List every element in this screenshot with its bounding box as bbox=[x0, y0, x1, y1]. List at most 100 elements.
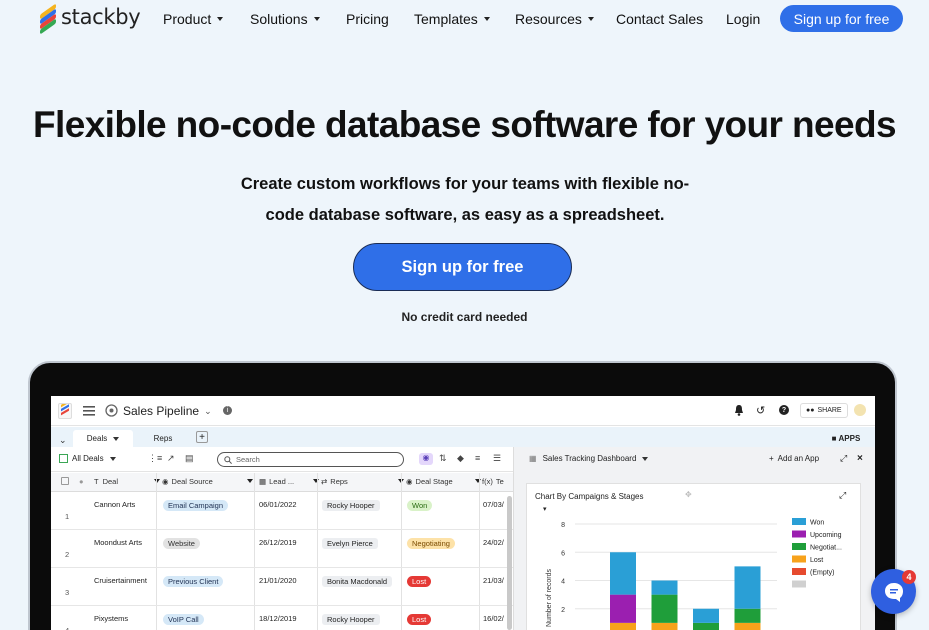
deal-source-tag[interactable]: VoIP Call bbox=[163, 614, 204, 625]
bar-segment bbox=[693, 622, 719, 630]
nav-signup-button[interactable]: Sign up for free bbox=[780, 5, 903, 32]
stacked-bar-chart: Number of records 2 4 6 8 Won Upcoming Negotiat… bbox=[546, 518, 842, 630]
rep-chip[interactable]: Rocky Hooper bbox=[322, 614, 380, 625]
chevron-down-icon bbox=[247, 479, 253, 483]
help-icon[interactable]: ? bbox=[779, 405, 789, 415]
nav-templates[interactable]: Templates bbox=[414, 11, 490, 27]
nav-resources[interactable]: Resources bbox=[515, 11, 594, 27]
table-row[interactable]: 3 Cruisertainment Previous Client 21/01/… bbox=[51, 568, 513, 606]
lock-icon: ● bbox=[79, 477, 84, 486]
stack-title[interactable]: Sales Pipeline ⌄ bbox=[123, 404, 212, 418]
deal-source-tag[interactable]: Email Campaign bbox=[163, 500, 229, 511]
share-view-icon[interactable]: ↗ bbox=[167, 453, 175, 464]
user-avatar[interactable] bbox=[854, 404, 866, 416]
fields-icon[interactable]: ▤ bbox=[185, 453, 194, 464]
deal-stage-tag[interactable]: Lost bbox=[407, 576, 432, 587]
te-cell[interactable]: 16/02/ bbox=[483, 614, 504, 623]
row-height-icon[interactable]: ⋮≡ bbox=[148, 453, 162, 464]
lead-date-cell[interactable]: 06/01/2022 bbox=[259, 500, 297, 509]
chart-title: Chart By Campaigns & Stages bbox=[535, 492, 644, 501]
bar-segment bbox=[651, 594, 678, 623]
nav-solutions[interactable]: Solutions bbox=[250, 11, 320, 27]
column-reps-header[interactable]: ⇄ Reps bbox=[321, 477, 348, 486]
bar-segment bbox=[734, 608, 761, 623]
chevron-down-icon: ⌄ bbox=[204, 405, 212, 416]
deal-cell[interactable]: Pixystems bbox=[94, 614, 128, 623]
sort-icon[interactable]: ⇅ bbox=[439, 453, 447, 464]
chevron-down-icon bbox=[154, 479, 160, 483]
hero-signup-button[interactable]: Sign up for free bbox=[353, 243, 572, 291]
te-cell[interactable]: 07/03/ bbox=[483, 500, 504, 509]
select-all-checkbox[interactable] bbox=[61, 477, 69, 485]
notification-bell-icon[interactable] bbox=[734, 405, 744, 416]
rep-chip[interactable]: Rocky Hooper bbox=[322, 500, 380, 511]
link-icon: ⇄ bbox=[321, 477, 328, 486]
table-row[interactable]: 1 Cannon Arts Email Campaign 06/01/2022 … bbox=[51, 492, 513, 530]
bar-segment bbox=[610, 552, 636, 595]
column-lead-header[interactable]: ▦ Lead ... bbox=[259, 477, 294, 486]
deal-stage-tag[interactable]: Won bbox=[407, 500, 433, 511]
filter-icon[interactable]: ≡ bbox=[475, 453, 480, 463]
deal-source-tag[interactable]: Website bbox=[163, 538, 200, 549]
te-cell[interactable]: 24/02/ bbox=[483, 538, 504, 547]
share-button[interactable]: ●● SHARE bbox=[800, 403, 848, 418]
app-logo-icon[interactable] bbox=[58, 403, 72, 419]
rep-chip[interactable]: Evelyn Pierce bbox=[322, 538, 378, 549]
add-table-icon[interactable]: + bbox=[196, 431, 208, 443]
rep-chip[interactable]: Bonita Macdonald bbox=[322, 576, 393, 587]
chevron-down-icon bbox=[475, 479, 481, 483]
grid-view-icon bbox=[59, 454, 68, 463]
deal-cell[interactable]: Moondust Arts bbox=[94, 538, 142, 547]
chevron-down-icon bbox=[217, 17, 224, 21]
lead-date-cell[interactable]: 26/12/2019 bbox=[259, 538, 297, 547]
hero-subtitle: Create custom workflows for your teams w… bbox=[240, 175, 690, 224]
drag-handle-icon[interactable]: ✥ bbox=[685, 490, 692, 499]
table-row[interactable]: 2 Moondust Arts Website 26/12/2019 Evely… bbox=[51, 530, 513, 568]
column-deal-source-header[interactable]: ◉ Deal Source bbox=[162, 477, 213, 486]
expand-chart-icon[interactable]: ⤢ bbox=[839, 490, 846, 501]
deal-stage-tag[interactable]: Lost bbox=[407, 614, 432, 625]
hide-fields-icon[interactable]: ◉ bbox=[419, 453, 433, 465]
column-deal-stage-header[interactable]: ◉ Deal Stage bbox=[406, 477, 453, 486]
deal-stage-tag[interactable]: Negotiating bbox=[407, 538, 455, 549]
lead-date-cell[interactable]: 18/12/2019 bbox=[259, 614, 297, 623]
close-icon[interactable]: × bbox=[857, 453, 863, 464]
legend-label: Negotiat... bbox=[810, 545, 842, 552]
tab-deals[interactable]: Deals bbox=[73, 430, 133, 447]
deal-source-tag[interactable]: Previous Client bbox=[163, 576, 224, 587]
column-deal-header[interactable]: T Deal bbox=[94, 477, 118, 486]
color-icon[interactable]: ◆ bbox=[457, 453, 464, 464]
expand-icon[interactable]: ⤢ bbox=[840, 453, 847, 464]
lead-date-cell[interactable]: 21/01/2020 bbox=[259, 576, 297, 585]
info-icon[interactable]: i bbox=[223, 406, 232, 415]
column-te-header[interactable]: f(x) Te bbox=[482, 477, 504, 486]
nav-contact-sales[interactable]: Contact Sales bbox=[616, 11, 703, 27]
search-input[interactable]: Search bbox=[217, 452, 404, 467]
apps-button[interactable]: ■ APPS bbox=[826, 430, 866, 447]
brand-name: stackby bbox=[61, 5, 141, 29]
view-selector[interactable]: All Deals bbox=[59, 454, 116, 463]
bar-segment bbox=[610, 622, 636, 630]
y-axis-label: Number of records bbox=[546, 569, 553, 627]
grid-scrollbar[interactable] bbox=[507, 496, 512, 630]
stackby-logo[interactable]: stackby bbox=[38, 3, 141, 35]
y-tick-label: 8 bbox=[561, 522, 565, 529]
te-cell[interactable]: 21/03/ bbox=[483, 576, 504, 585]
nav-pricing[interactable]: Pricing bbox=[346, 11, 389, 27]
tab-reps[interactable]: Reps bbox=[143, 430, 183, 447]
stackby-logo-icon bbox=[38, 3, 58, 35]
single-select-icon: ◉ bbox=[406, 477, 413, 486]
table-settings-icon bbox=[105, 404, 118, 417]
dashboard-selector[interactable]: ▦ Sales Tracking Dashboard bbox=[529, 454, 649, 463]
group-icon[interactable]: ☰ bbox=[493, 453, 501, 464]
table-row[interactable]: 4 Pixystems VoIP Call 18/12/2019 Rocky H… bbox=[51, 606, 513, 630]
nav-product[interactable]: Product bbox=[163, 11, 224, 27]
deal-cell[interactable]: Cannon Arts bbox=[94, 500, 135, 509]
hero-title: Flexible no-code database software for y… bbox=[33, 104, 897, 145]
nav-login[interactable]: Login bbox=[726, 11, 760, 27]
add-app-button[interactable]: + Add an App bbox=[769, 454, 819, 463]
deal-cell[interactable]: Cruisertainment bbox=[94, 576, 147, 585]
chart-menu-icon[interactable]: ▾ bbox=[543, 505, 547, 513]
hamburger-menu-icon[interactable] bbox=[83, 406, 95, 416]
history-icon[interactable]: ↺ bbox=[756, 404, 765, 417]
